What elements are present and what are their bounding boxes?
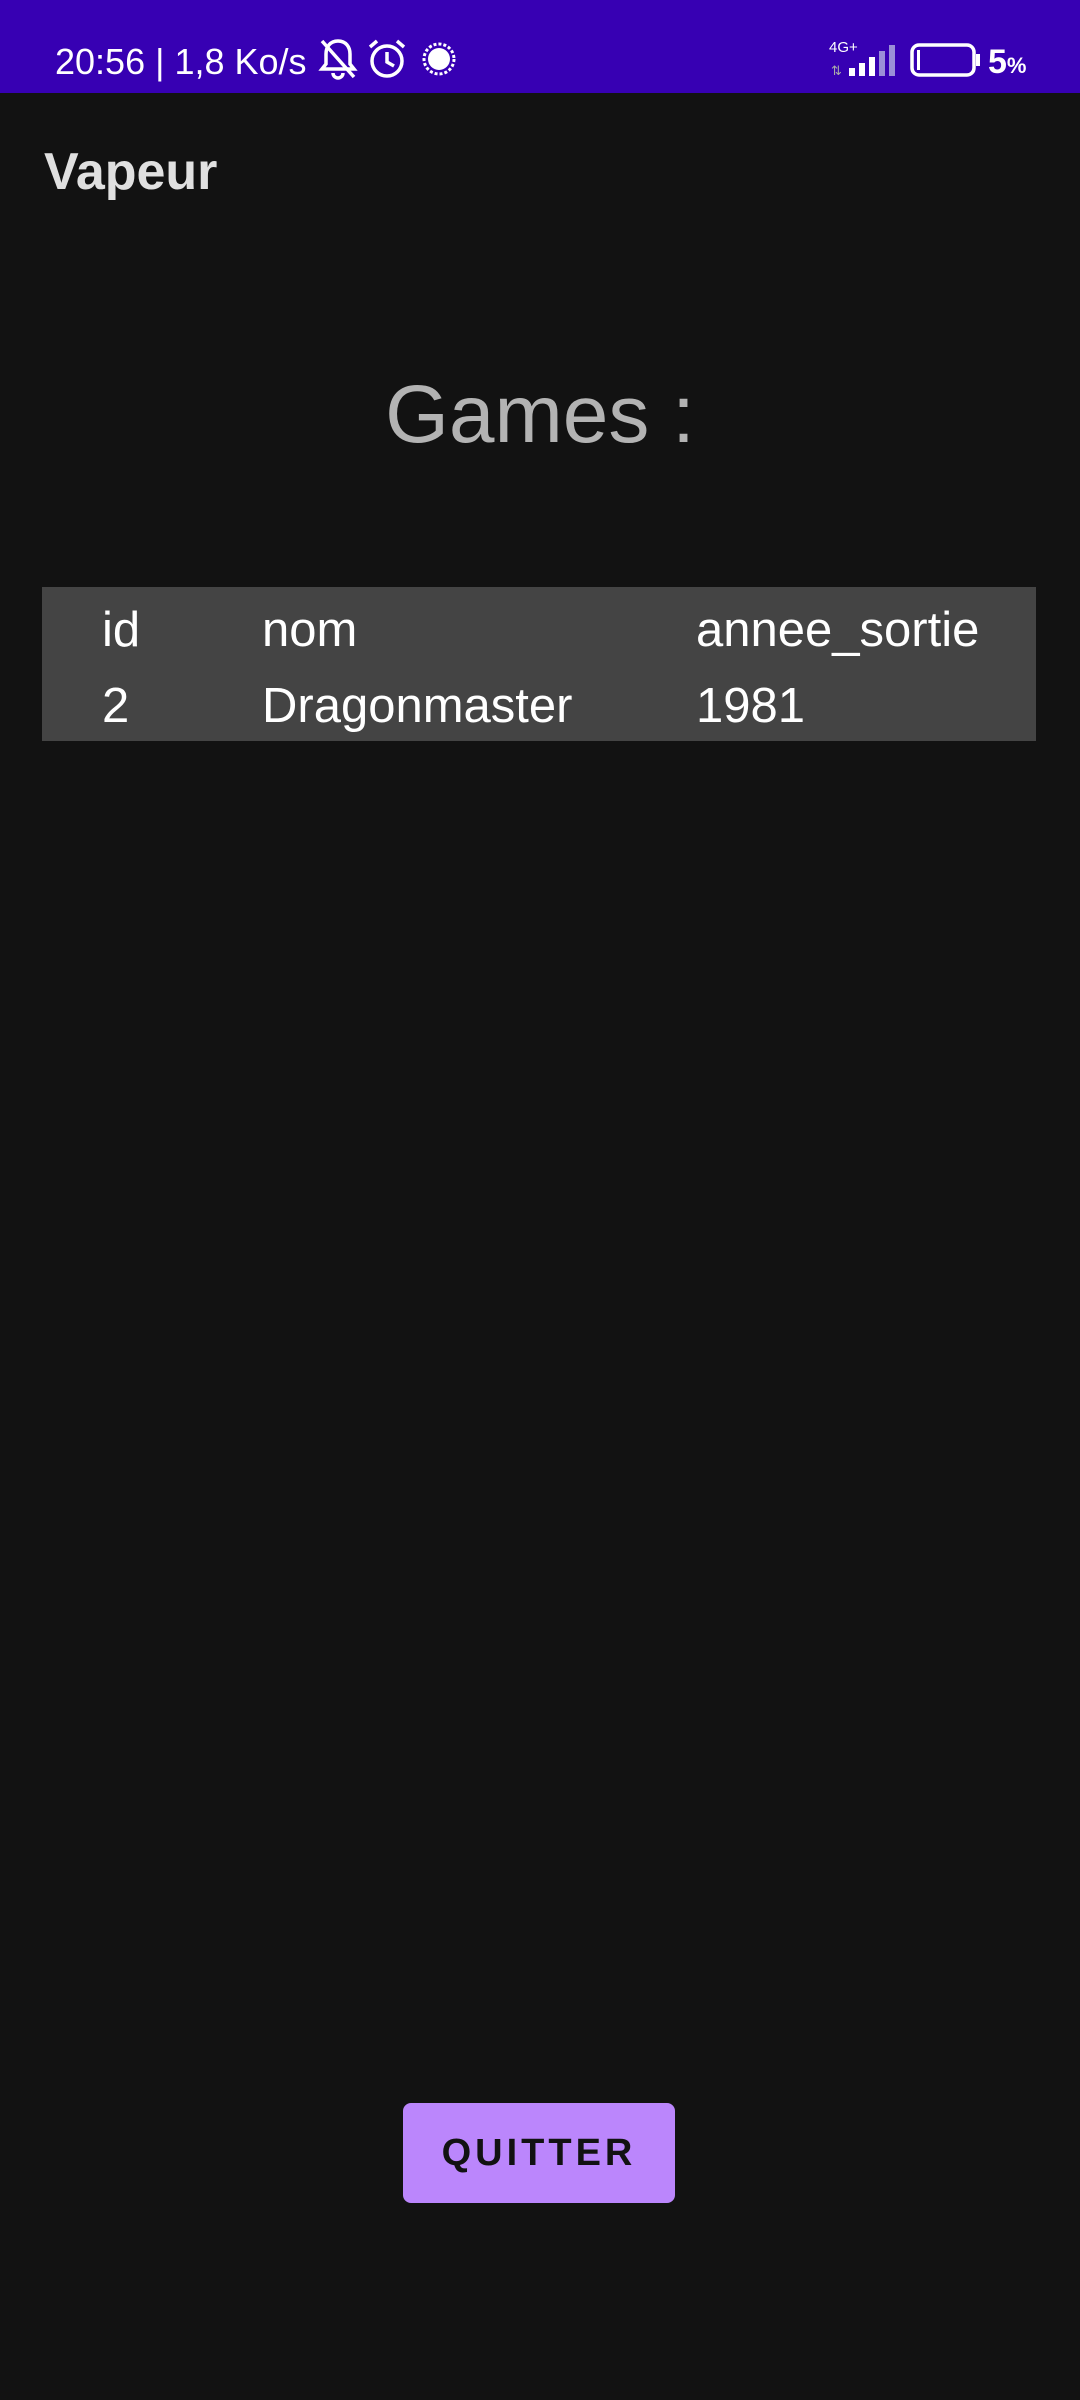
table-header-id: id xyxy=(102,603,141,657)
status-time: 20:56 | 1,8 Ko/s xyxy=(55,41,307,82)
network-type: 4G+ xyxy=(829,39,858,56)
signal-icon: 4G+ ⇅ xyxy=(829,39,895,78)
page-heading: Games : xyxy=(385,369,695,460)
svg-text:⇅: ⇅ xyxy=(831,63,842,78)
games-table: id nom annee_sortie 2 Dragonmaster 1981 xyxy=(42,587,1036,741)
table-header-annee-sortie: annee_sortie xyxy=(696,603,980,657)
bell-off-icon xyxy=(318,39,358,80)
notification-dot-icon xyxy=(422,42,456,76)
battery-icon xyxy=(910,43,980,77)
app-title: Vapeur xyxy=(44,143,218,201)
table-cell-annee-sortie: 1981 xyxy=(696,679,806,733)
table-cell-nom: Dragonmaster xyxy=(262,679,573,733)
status-bar: 20:56 | 1,8 Ko/s 4G+ ⇅ 5% xyxy=(0,0,1080,93)
quit-button[interactable]: QUITTER xyxy=(403,2103,675,2203)
table-header-nom: nom xyxy=(262,603,358,657)
battery-percentage: 5% xyxy=(988,43,1027,81)
table-cell-id: 2 xyxy=(102,679,130,733)
alarm-icon xyxy=(368,39,406,78)
